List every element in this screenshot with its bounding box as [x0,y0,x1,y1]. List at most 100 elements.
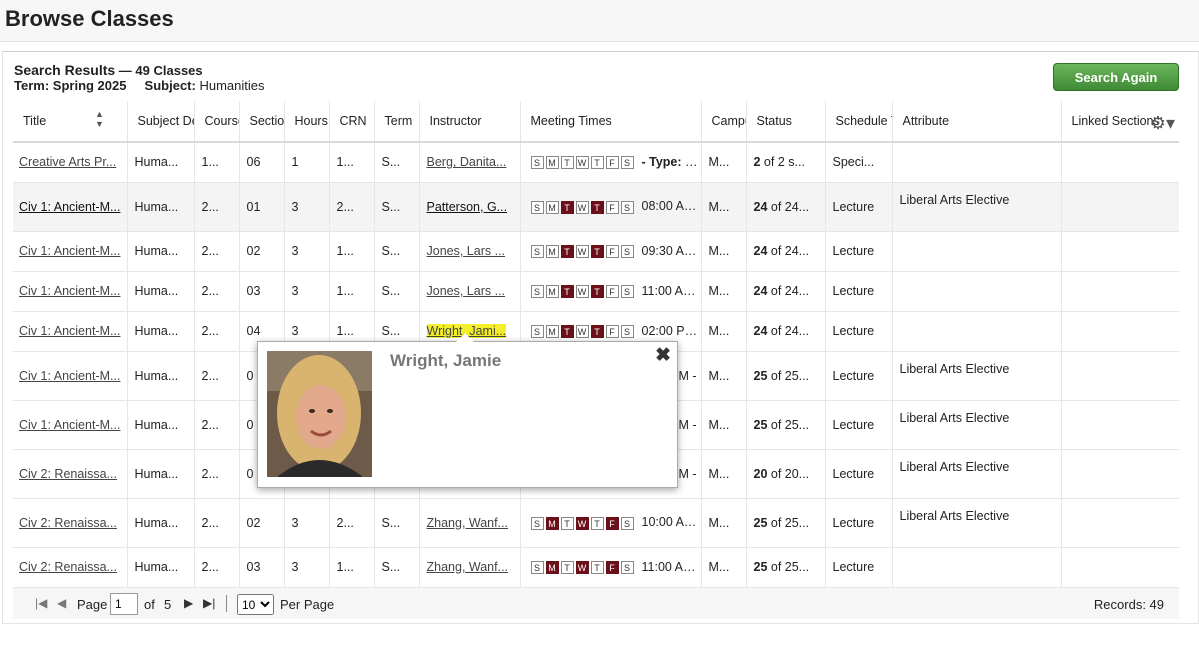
next-page-icon[interactable]: ▶ [184,596,193,610]
title-cell-link[interactable]: Civ 1: Ancient-M... [19,284,120,298]
title-cell[interactable]: Civ 2: Renaissa... [13,498,127,548]
table-row[interactable]: Civ 1: Ancient-M... Huma... 2... 01 3 2... S..… [13,182,1179,232]
col-schedule-type[interactable]: Schedule Type [824,101,892,143]
table-row[interactable]: Civ 1: Ancient-M... Huma... 2... 02 3 1... S..… [13,231,1179,272]
col-attribute[interactable]: Attribute [891,101,1061,143]
col-meeting-times[interactable]: Meeting Times [519,101,701,143]
col-linked-sections[interactable]: Linked Sections ⚙▾ [1060,101,1179,143]
title-cell[interactable]: Civ 1: Ancient-M... [13,271,127,312]
title-cell-link[interactable]: Creative Arts Pr... [19,155,116,169]
instructor-cell[interactable]: Patterson, G... [418,182,520,232]
title-cell-link[interactable]: Civ 2: Renaissa... [19,560,117,574]
sort-icon[interactable]: ▲ ▼ [95,109,104,129]
term-value: Spring 2025 [52,78,127,93]
linked-sections-cell [1060,449,1179,499]
instructor-cell-link[interactable]: Zhang, Wanf... [427,516,509,530]
title-cell-link[interactable]: Civ 1: Ancient-M... [19,324,120,338]
col-instructor[interactable]: Instructor [418,101,520,143]
status-cell: 24 of 24... [745,231,825,272]
weekday-indicator: SMTWTFS [530,200,636,214]
status-cell: 25 of 25... [745,400,825,450]
title-cell[interactable]: Civ 1: Ancient-M... [13,351,127,401]
linked-sections-cell [1060,547,1179,588]
campus-cell: M... [700,142,746,183]
first-page-icon[interactable]: |◀ [35,596,47,610]
per-page-label: Per Page [280,597,335,612]
col-course[interactable]: Course Number [193,101,239,143]
instructor-cell[interactable]: Berg, Danita... [418,142,520,183]
title-cell[interactable]: Creative Arts Pr... [13,142,127,183]
weekday-box: F [605,516,619,530]
title-cell[interactable]: Civ 1: Ancient-M... [13,400,127,450]
col-subject[interactable]: Subject Description [126,101,194,143]
title-cell[interactable]: Civ 1: Ancient-M... [13,311,127,352]
title-cell-link[interactable]: Civ 1: Ancient-M... [19,244,120,258]
status-seats: 24 [753,199,768,214]
instructor-cell-link[interactable]: Jones, Lars ... [427,244,506,258]
campus-cell: M... [700,351,746,401]
meeting-time-text: M - [678,466,697,481]
gear-icon[interactable]: ⚙▾ [1150,113,1175,134]
instructor-cell-link[interactable]: Berg, Danita... [427,155,507,169]
attribute-cell [891,142,1061,183]
instructor-cell-link[interactable]: Patterson, G... [427,200,508,214]
table-row[interactable]: Creative Arts Pr... Huma... 1... 06 1 1... S..… [13,142,1179,183]
table-row[interactable]: Civ 1: Ancient-M... Huma... 2... 03 3 1... S..… [13,271,1179,312]
weekday-box: S [530,516,544,530]
title-cell[interactable]: Civ 1: Ancient-M... [13,231,127,272]
title-cell-link[interactable]: Civ 1: Ancient-M... [19,418,120,432]
instructor-cell[interactable]: Jones, Lars ... [418,231,520,272]
weekday-indicator: SMTWTFS [530,516,636,530]
search-again-button[interactable]: Search Again [1053,63,1179,91]
col-section[interactable]: Section [238,101,284,143]
per-page-select[interactable]: 10 [237,594,274,615]
subject-cell: Huma... [126,400,194,450]
section-cell: 06 [238,142,284,183]
col-status[interactable]: Status [745,101,825,143]
col-crn[interactable]: CRN [328,101,374,143]
instructor-cell-link[interactable]: Zhang, Wanf... [427,560,509,574]
instructor-name: Wright, Jamie [390,351,502,370]
col-hours[interactable]: Hours [283,101,329,143]
instructor-cell[interactable]: Zhang, Wanf... [418,498,520,548]
instructor-cell-link[interactable]: Jones, Lars ... [427,284,506,298]
attribute-cell [891,547,1061,588]
weekday-indicator: SMTWTFS [530,285,636,299]
table-row[interactable]: Civ 2: Renaissa... Huma... 2... 02 3 2... S...… [13,498,1179,548]
weekday-box: T [590,156,604,170]
last-page-icon[interactable]: ▶| [203,596,215,610]
col-campus[interactable]: Campus [700,101,746,143]
crn-cell: 1... [328,271,374,312]
title-cell-link[interactable]: Civ 1: Ancient-M... [19,369,120,383]
weekday-box: F [605,325,619,339]
weekday-box: F [605,200,619,214]
title-cell[interactable]: Civ 1: Ancient-M... [13,182,127,232]
weekday-box: S [620,200,634,214]
weekday-box: F [605,561,619,575]
instructor-cell[interactable]: Jones, Lars ... [418,271,520,312]
weekday-box: F [605,285,619,299]
title-cell-link[interactable]: Civ 2: Renaissa... [19,516,117,530]
title-cell-link[interactable]: Civ 1: Ancient-M... [19,200,120,214]
title-cell-link[interactable]: Civ 2: Renaissa... [19,467,117,481]
close-icon[interactable]: ✖ [655,344,671,367]
status-total: of 24... [767,244,810,258]
linked-sections-cell [1060,142,1179,183]
col-title[interactable]: Title ▲ ▼ [13,101,127,143]
attribute-cell: Liberal Arts Elective [891,498,1061,548]
title-cell[interactable]: Civ 2: Renaissa... [13,449,127,499]
status-total: of 25... [767,560,810,574]
weekday-box: M [545,325,559,339]
attribute-cell: Liberal Arts Elective [891,449,1061,499]
instructor-cell[interactable]: Zhang, Wanf... [418,547,520,588]
page-number-input[interactable] [110,593,138,615]
status-seats: 20 [753,466,768,481]
table-row[interactable]: Civ 2: Renaissa... Huma... 2... 03 3 1... S...… [13,547,1179,588]
previous-page-icon[interactable]: ◀ [57,596,66,610]
title-cell[interactable]: Civ 2: Renaissa... [13,547,127,588]
col-term[interactable]: Term [373,101,419,143]
weekday-box: W [575,156,589,170]
course-cell: 2... [193,271,239,312]
course-cell: 2... [193,449,239,499]
linked-sections-cell [1060,400,1179,450]
